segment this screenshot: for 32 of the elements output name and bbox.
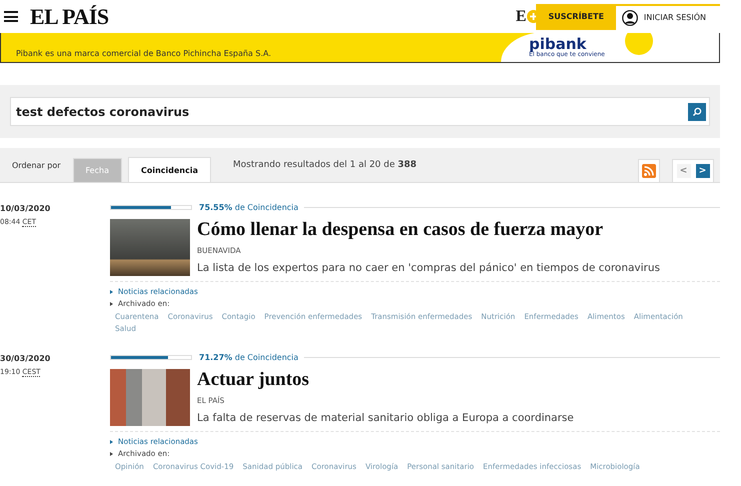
sort-tab[interactable]: Fecha	[72, 158, 122, 182]
rss-icon	[642, 164, 656, 178]
sort-label: Ordenar por	[12, 160, 61, 170]
user-icon	[622, 10, 638, 26]
search-icon	[692, 106, 702, 116]
menu-icon[interactable]	[4, 11, 18, 22]
circle-shape	[624, 33, 653, 55]
triangle-icon	[110, 302, 113, 306]
article-summary: La lista de los expertos para no caer en 'compras del pánico' en tiempos de coronavirus	[197, 262, 660, 274]
article-summary: La falta de reservas de material sanitario obliga a Europa a coordinarse	[197, 412, 574, 424]
search-button[interactable]	[688, 102, 706, 120]
triangle-icon	[110, 452, 113, 456]
results-count: Mostrando resultados del 1 al 20 de 388	[233, 160, 418, 170]
premium-logo[interactable]: E	[516, 8, 526, 26]
rss-tab[interactable]	[638, 159, 660, 182]
triangle-icon	[110, 440, 113, 444]
result-date: 10/03/2020	[0, 203, 52, 215]
search-field[interactable]: test defectos coronavirus	[10, 97, 710, 126]
match-score: 75.55% de Coincidencia	[199, 203, 304, 212]
ad-brand: pibank	[529, 36, 586, 52]
next-page-button[interactable]: >	[696, 164, 710, 178]
result-date: 30/03/2020	[0, 353, 52, 365]
article-title[interactable]: Cómo llenar la despensa en casos de fuerza mayor	[197, 219, 660, 241]
photo-placeholder[interactable]	[110, 219, 190, 276]
article-title[interactable]: Actuar juntos	[197, 369, 574, 391]
photo-placeholder[interactable]	[110, 369, 190, 426]
ad-text: Pibank es una marca comercial de Banco Pichincha España S.A.	[15, 49, 272, 60]
match-score: 71.27% de Coincidencia	[199, 353, 304, 362]
subscribe-button[interactable]: SUSCRÍBETE	[536, 4, 616, 30]
sort-tab[interactable]: Coincidencia	[128, 157, 212, 182]
site-logo[interactable]: EL PAÍS	[30, 4, 109, 30]
triangle-icon	[110, 290, 113, 294]
